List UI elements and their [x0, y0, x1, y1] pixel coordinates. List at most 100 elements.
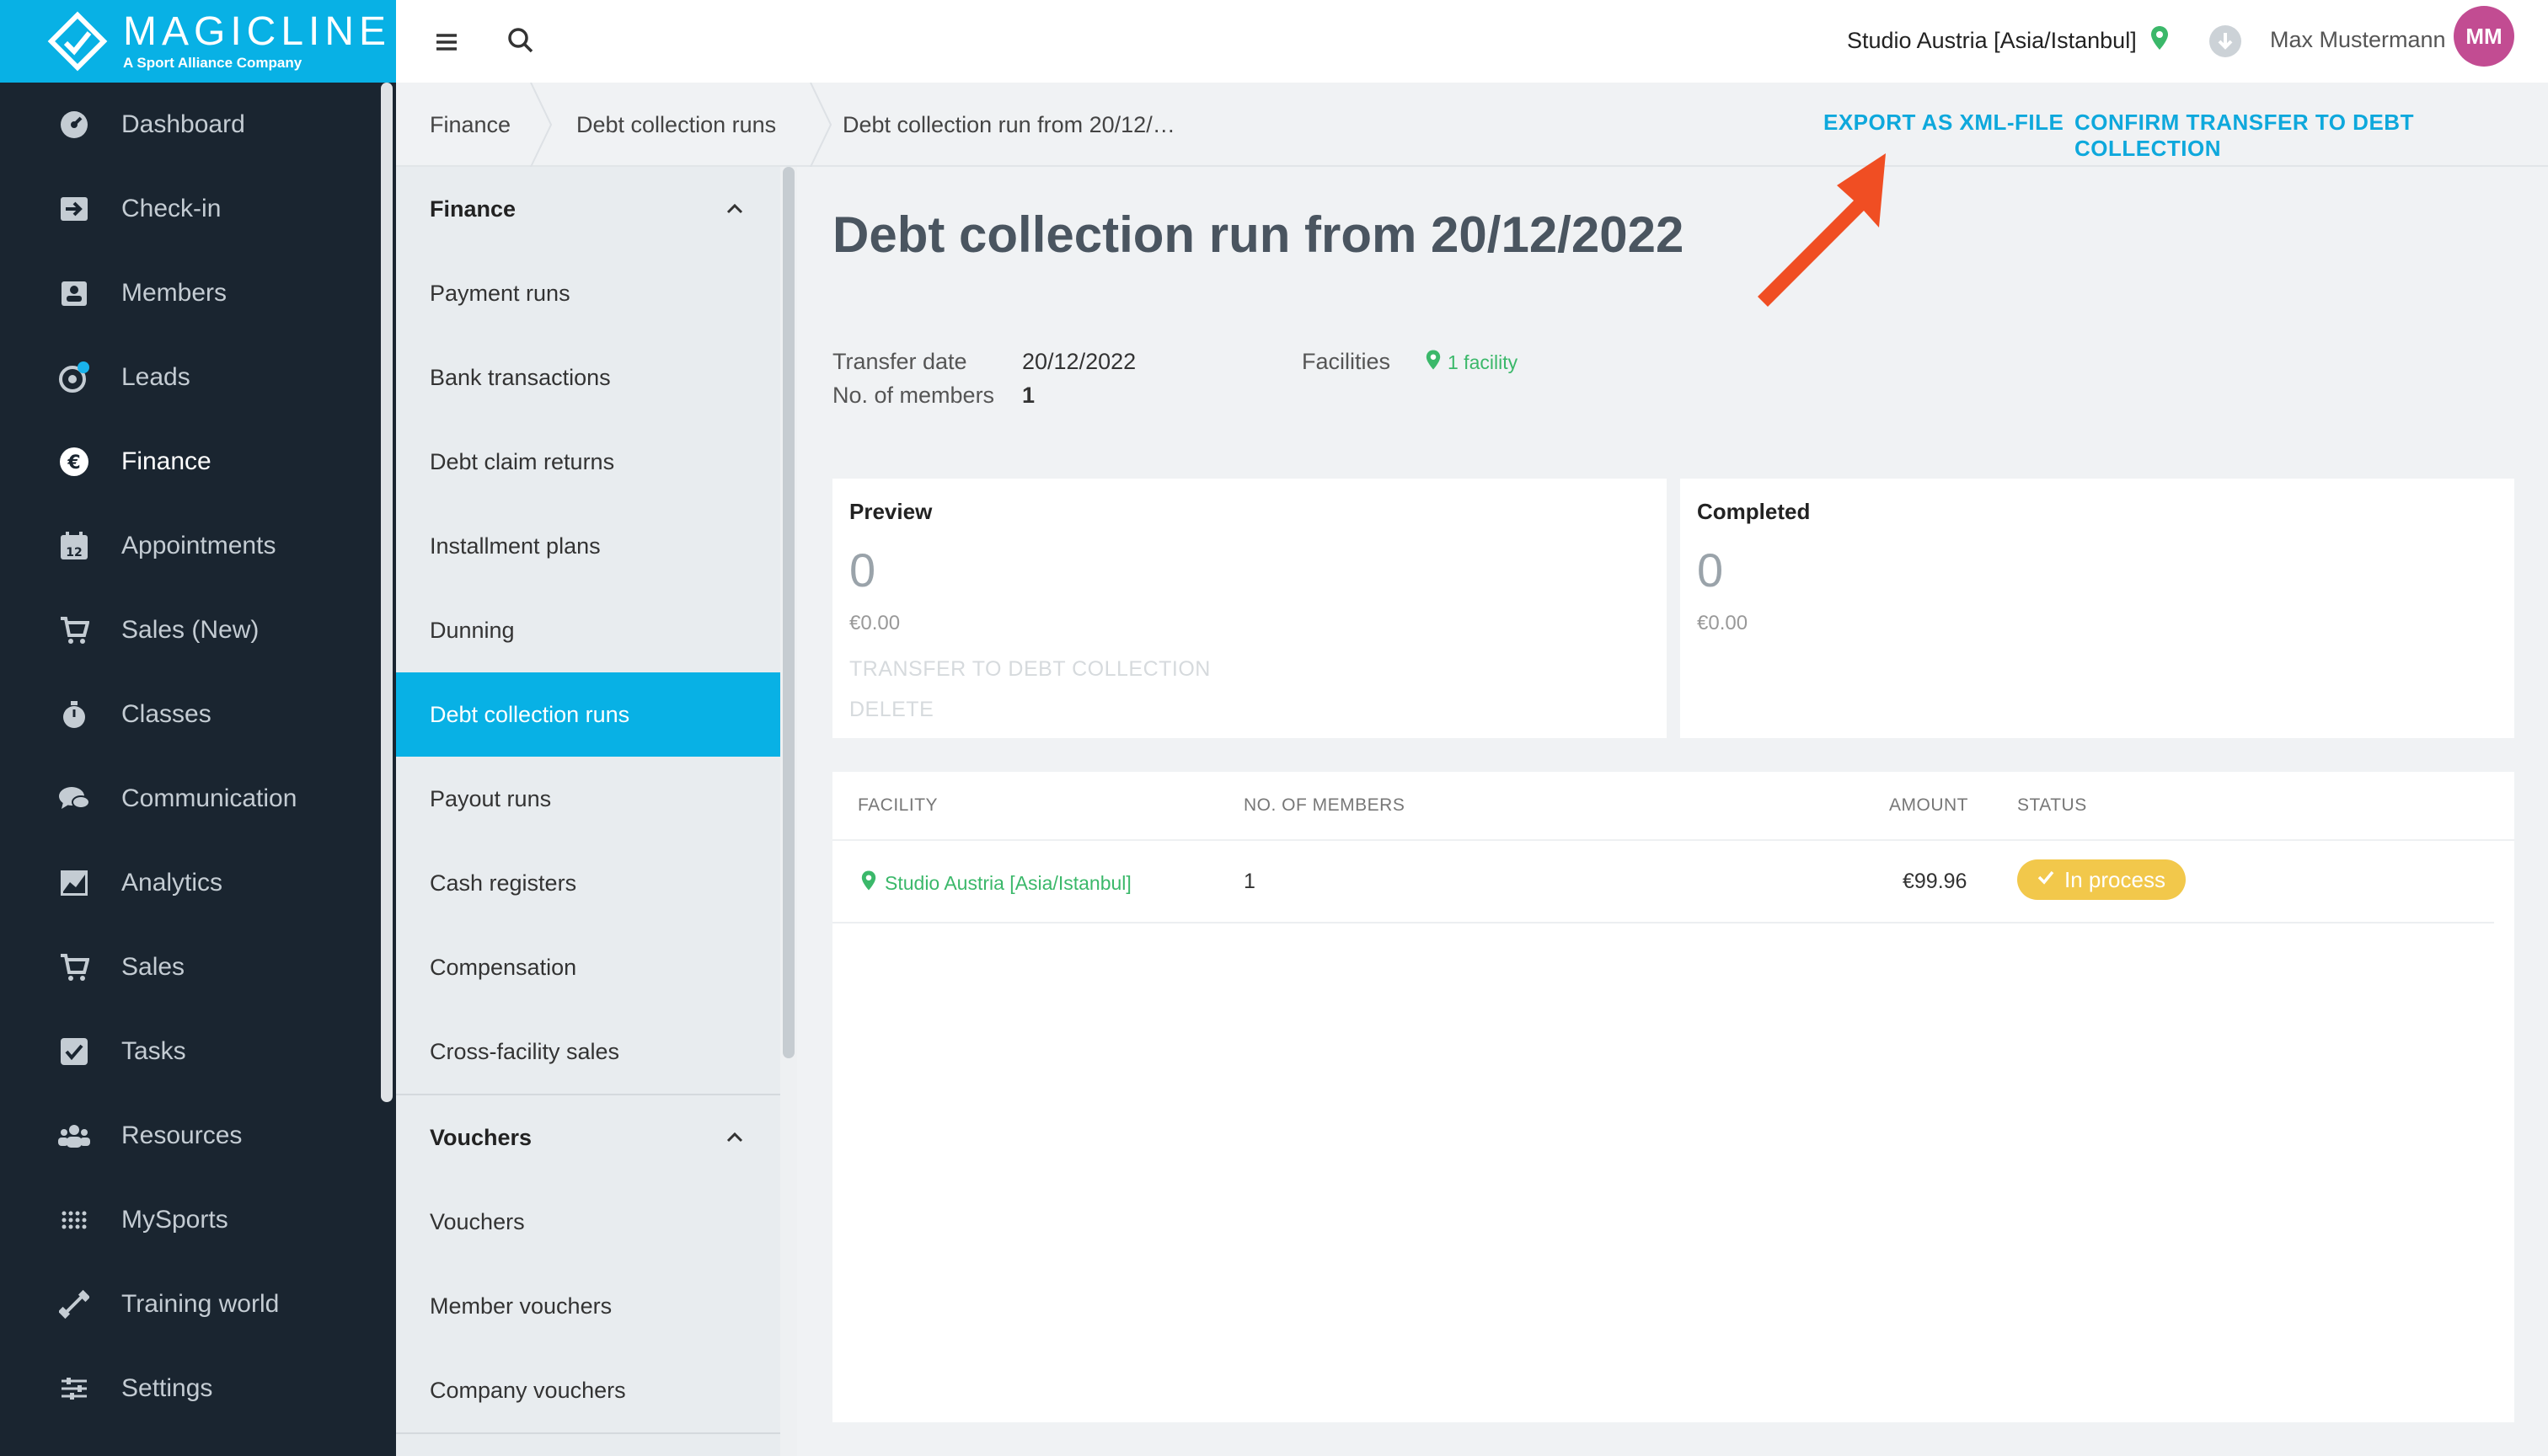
nav-label: Sales (New)	[121, 616, 260, 644]
subnav-item-dunning[interactable]: Dunning	[396, 588, 780, 672]
checkmark-icon	[2036, 867, 2056, 893]
nav-item-appointments[interactable]: 12 Appointments	[0, 504, 379, 588]
column-header-facility[interactable]: FACILITY	[858, 795, 938, 816]
subnav-section-vouchers[interactable]: Vouchers	[396, 1095, 780, 1180]
preview-count: 0	[849, 543, 876, 597]
nav-item-classes[interactable]: Classes	[0, 672, 379, 757]
column-header-status[interactable]: STATUS	[2017, 795, 2087, 816]
nav-item-tasks[interactable]: Tasks	[0, 1009, 379, 1094]
checkbox-icon	[57, 1035, 91, 1068]
facilities-link[interactable]: 1 facility	[1426, 349, 1518, 376]
breadcrumb-item-debt-collection-runs[interactable]: Debt collection runs	[576, 83, 776, 167]
chart-icon	[57, 866, 91, 900]
subnav-item-company-vouchers[interactable]: Company vouchers	[396, 1348, 780, 1432]
nav-label: Settings	[121, 1374, 213, 1402]
nav-item-leads[interactable]: Leads	[0, 335, 379, 420]
scrollbar-thumb[interactable]	[381, 83, 393, 1102]
chat-icon	[57, 782, 91, 816]
column-header-amount[interactable]: AMOUNT	[1889, 795, 1968, 816]
download-icon[interactable]	[2209, 25, 2241, 57]
subnav-item-compensation[interactable]: Compensation	[396, 925, 780, 1009]
location-pin-icon	[2150, 25, 2169, 56]
chevron-up-icon	[723, 1126, 747, 1149]
confirm-transfer-button[interactable]: CONFIRM TRANSFER TO DEBT COLLECTION	[2074, 110, 2548, 162]
facilities-label: Facilities	[1302, 349, 1391, 374]
members-count-label: No. of members	[832, 383, 995, 408]
subnav-item-payout-runs[interactable]: Payout runs	[396, 757, 780, 841]
brand-logo[interactable]: MAGICLINE A Sport Alliance Company	[0, 0, 396, 83]
nav-label: Members	[121, 279, 228, 307]
breadcrumb-separator	[524, 82, 558, 168]
facilities-table: FACILITY NO. OF MEMBERS AMOUNT STATUS St…	[832, 772, 2514, 1422]
completed-card: Completed 0 €0.00	[1680, 479, 2514, 738]
members-count-value: 1	[1022, 383, 1036, 408]
transfer-date-label: Transfer date	[832, 349, 967, 374]
delete-button[interactable]: DELETE	[849, 698, 934, 722]
nav-item-finance[interactable]: € Finance	[0, 420, 379, 504]
subnav-section-finance[interactable]: Finance	[396, 167, 780, 251]
export-xml-button[interactable]: EXPORT AS XML-FILE	[1823, 110, 2064, 136]
nav-label: Appointments	[121, 532, 276, 559]
nav-label: Training world	[121, 1290, 280, 1318]
subnav-item-debt-collection-runs[interactable]: Debt collection runs	[396, 672, 780, 757]
subnav-item-installment-plans[interactable]: Installment plans	[396, 504, 780, 588]
hamburger-menu-icon[interactable]	[430, 25, 463, 59]
members-icon	[57, 276, 91, 310]
sidebar-scrollbar[interactable]	[379, 83, 396, 1456]
dots-icon	[57, 1203, 91, 1237]
finance-subnav: Finance Payment runs Bank transactions D…	[396, 167, 780, 1456]
nav-item-resources[interactable]: Resources	[0, 1094, 379, 1178]
transfer-to-debt-collection-button[interactable]: TRANSFER TO DEBT COLLECTION	[849, 657, 1211, 682]
status-badge: In process	[2017, 859, 2186, 900]
annotation-arrow-icon	[1753, 150, 1904, 310]
page-title: Debt collection run from 20/12/2022	[832, 206, 1684, 263]
breadcrumb: Finance Debt collection runs Debt collec…	[396, 82, 2548, 168]
search-icon[interactable]	[504, 24, 538, 57]
studio-selector[interactable]: Studio Austria [Asia/Istanbul]	[1847, 25, 2169, 56]
user-name[interactable]: Max Mustermann	[2270, 27, 2446, 53]
facilities-count: 1 facility	[1448, 351, 1518, 373]
nav-item-sales-new[interactable]: Sales (New)	[0, 588, 379, 672]
subnav-item-vouchers[interactable]: Vouchers	[396, 1180, 780, 1264]
calendar-icon: 12	[57, 529, 91, 563]
subnav-item-debt-claim-returns[interactable]: Debt claim returns	[396, 420, 780, 504]
top-bar: Studio Austria [Asia/Istanbul] Max Muste…	[396, 0, 2548, 83]
stopwatch-icon	[57, 698, 91, 731]
subnav-item-payment-runs[interactable]: Payment runs	[396, 251, 780, 335]
facility-link[interactable]: Studio Austria [Asia/Istanbul]	[861, 870, 1132, 897]
nav-label: Classes	[121, 700, 211, 728]
nav-label: Leads	[121, 363, 190, 391]
column-header-members[interactable]: NO. OF MEMBERS	[1244, 795, 1405, 816]
breadcrumb-item-finance[interactable]: Finance	[430, 83, 511, 167]
preview-card: Preview 0 €0.00 TRANSFER TO DEBT COLLECT…	[832, 479, 1667, 738]
nav-item-members[interactable]: Members	[0, 251, 379, 335]
subnav-divider	[396, 1432, 780, 1434]
magicline-logo-icon	[47, 11, 108, 72]
preview-title: Preview	[849, 499, 933, 524]
completed-amount: €0.00	[1697, 612, 1748, 634]
scrollbar-thumb[interactable]	[783, 167, 795, 1058]
nav-label: Dashboard	[121, 110, 245, 138]
nav-item-mysports[interactable]: MySports	[0, 1178, 379, 1262]
nav-item-training-world[interactable]: Training world	[0, 1262, 379, 1346]
nav-item-settings[interactable]: Settings	[0, 1346, 379, 1431]
preview-amount: €0.00	[849, 612, 901, 634]
subnav-item-cross-facility-sales[interactable]: Cross-facility sales	[396, 1009, 780, 1094]
nav-item-check-in[interactable]: Check-in	[0, 167, 379, 251]
nav-item-analytics[interactable]: Analytics	[0, 841, 379, 925]
subnav-item-bank-transactions[interactable]: Bank transactions	[396, 335, 780, 420]
brand-name: MAGICLINE	[123, 9, 392, 54]
nav-item-sales[interactable]: Sales	[0, 925, 379, 1009]
sliders-icon	[57, 1372, 91, 1405]
nav-item-communication[interactable]: Communication	[0, 757, 379, 841]
subnav-item-member-vouchers[interactable]: Member vouchers	[396, 1264, 780, 1348]
subnav-item-cash-registers[interactable]: Cash registers	[396, 841, 780, 925]
avatar[interactable]: MM	[2454, 6, 2514, 67]
amount-cell: €99.96	[1903, 870, 1967, 893]
euro-icon: €	[57, 445, 91, 479]
nav-item-dashboard[interactable]: Dashboard	[0, 83, 379, 167]
table-row[interactable]: Studio Austria [Asia/Istanbul] 1 €99.96 …	[832, 841, 2494, 923]
status-label: In process	[2064, 866, 2165, 892]
facility-name: Studio Austria [Asia/Istanbul]	[885, 871, 1132, 894]
subnav-scrollbar[interactable]	[780, 167, 797, 1456]
